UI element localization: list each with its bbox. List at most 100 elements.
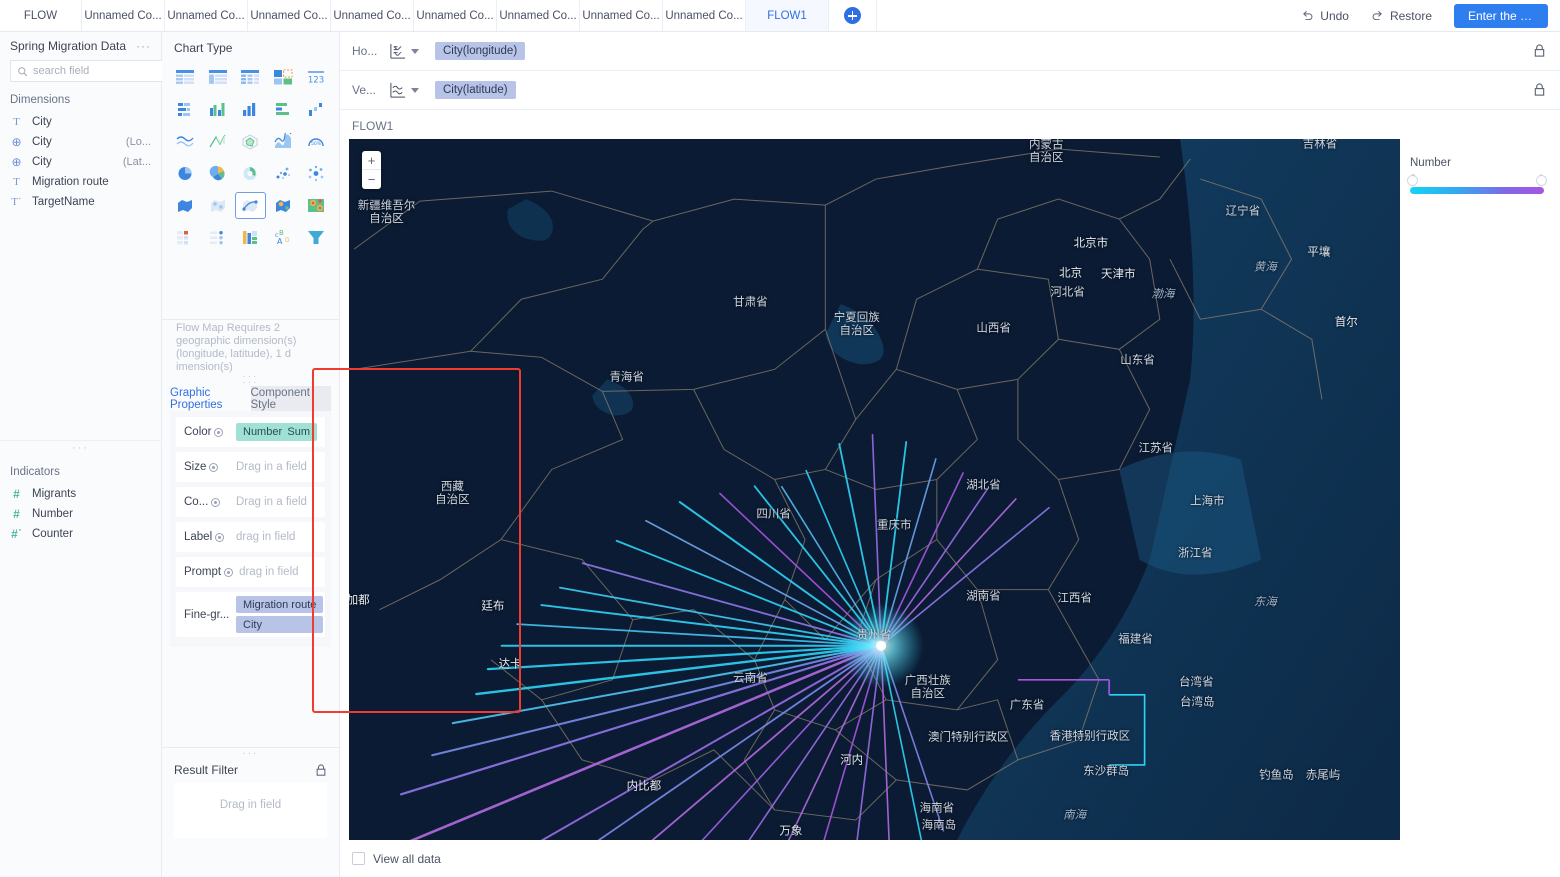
shelf-fine-grained[interactable]: Fine-gr... Migration route City [176,592,325,637]
chart-type-waterfall-chart[interactable] [300,96,331,123]
tab-unnamed-1[interactable]: Unnamed Co... [82,0,165,31]
shelf-prompt[interactable]: Prompt drag in field [176,557,325,587]
chart-type-donut-chart[interactable] [235,160,266,187]
pill-migration-route[interactable]: Migration route [236,596,324,613]
vertical-axis-label: Ve... [352,83,377,97]
dimension-city-longitude[interactable]: ⊕ City (Lo... [0,132,161,152]
tab-unnamed-6[interactable]: Unnamed Co... [497,0,580,31]
tab-label: Unnamed Co... [250,9,328,22]
restore-button[interactable]: Restore [1371,9,1432,23]
chart-type-number-kpi[interactable]: 123 [300,64,331,91]
indicator-migrants[interactable]: # Migrants [0,484,161,504]
word-cloud-icon: c B A D [275,229,290,246]
zoom-out-button[interactable]: − [362,170,381,189]
shelf-co-label: Co... [184,496,230,508]
chart-type-column-chart[interactable] [235,96,266,123]
tab-unnamed-2[interactable]: Unnamed Co... [165,0,248,31]
dimension-targetname[interactable]: T˙ TargetName [0,192,161,212]
chart-type-word-cloud[interactable]: c B A D [268,224,299,251]
vertical-lock-icon[interactable] [1533,83,1546,97]
lock-icon[interactable] [315,763,327,777]
chart-type-clustered-column[interactable] [203,96,234,123]
tab-graphic-properties[interactable]: Graphic Properties [170,386,251,411]
chart-type-list-chart[interactable] [203,224,234,251]
chart-type-region-map[interactable] [170,192,201,219]
dimension-city-text[interactable]: T City [0,112,161,132]
chart-type-funnel-chart[interactable] [300,224,331,251]
result-filter-dropzone[interactable]: Drag in field [174,783,327,838]
chart-type-bullet-chart[interactable] [235,224,266,251]
search-box[interactable] [10,60,182,82]
canvas-title: FLOW1 [352,119,394,133]
chart-type-flow-map[interactable] [235,192,266,219]
chart-type-area-line[interactable] [203,128,234,155]
chart-type-grouped-bar[interactable] [170,96,201,123]
canvas-wrapper: FLOW1 + − 新疆维吾尔 自治区 西藏 自治区 青海省 甘肃省 宁夏回族 … [340,110,1560,877]
chart-type-pane: Chart Type 123 50% c B A D Flow Map Requ… [162,32,521,877]
tab-unnamed-7[interactable]: Unnamed Co... [580,0,663,31]
dimension-migration-route[interactable]: T Migration route [0,172,161,192]
tab-unnamed-4[interactable]: Unnamed Co... [331,0,414,31]
indicator-number[interactable]: # Number [0,504,161,524]
tab-unnamed-5[interactable]: Unnamed Co... [414,0,497,31]
shelf-size[interactable]: Size Drag in a field [176,452,325,482]
tab-flow1[interactable]: FLOW1 [746,0,829,31]
enter-data-button[interactable]: Enter the da... [1454,3,1548,28]
chart-type-area-chart[interactable] [268,128,299,155]
pill-city-longitude[interactable]: City(longitude) [435,42,526,60]
undo-button[interactable]: Undo [1301,9,1349,23]
pill-city-latitude[interactable]: City(latitude) [435,81,516,99]
shelf-placeholder: drag in field [239,566,299,578]
zoom-in-button[interactable]: + [362,151,381,170]
chart-type-pie-chart[interactable] [170,160,201,187]
shelf-color-secondary[interactable]: Co... Drag in a field [176,487,325,517]
shelf-label-text: Prompt [184,566,222,578]
vertical-axis-type-selector[interactable] [388,82,419,99]
undo-label: Undo [1320,8,1349,23]
chart-type-rose-chart[interactable] [203,160,234,187]
flow-map-canvas[interactable]: + − 新疆维吾尔 自治区 西藏 自治区 青海省 甘肃省 宁夏回族 自治区 内蒙古 自治区 吉林省辽… [349,139,1400,840]
shelf-color[interactable]: Color Number Sum [176,417,325,447]
chart-type-radar-chart[interactable] [235,128,266,155]
chart-type-cross-table[interactable] [170,64,201,91]
chart-type-point-map[interactable] [203,192,234,219]
chart-type-detail-table[interactable] [235,64,266,91]
map-graphics [349,139,1400,840]
field-label: Number [32,508,73,520]
horizontal-lock-icon[interactable] [1533,44,1546,58]
chart-type-scatter-plot[interactable] [268,160,299,187]
chart-type-multi-line[interactable] [170,128,201,155]
tab-flow[interactable]: FLOW [0,0,82,31]
properties-resize-handle[interactable]: ··· ··· [162,372,339,388]
indicator-counter[interactable]: #˙ Counter [0,524,161,544]
chart-type-bubble-map[interactable] [268,192,299,219]
search-input[interactable] [33,65,175,77]
ellipsis-icon[interactable]: ··· [136,39,151,53]
workspace: Spring Migration Data ··· search field D… [0,32,1560,877]
chart-type-heat-map[interactable] [300,192,331,219]
canvas-footer: View all data [340,840,1560,877]
chart-type-gauge-chart[interactable]: 50% [300,128,331,155]
pane-resize-handle[interactable]: ··· [0,440,161,454]
view-all-data-checkbox[interactable] [352,852,365,865]
tab-unnamed-3[interactable]: Unnamed Co... [248,0,331,31]
heat-map-icon [307,199,324,212]
dimension-city-latitude[interactable]: ⊕ City (Lat... [0,152,161,172]
shelf-label[interactable]: Label drag in field [176,522,325,552]
tab-label: Unnamed Co... [499,9,577,22]
legend-handle-min[interactable] [1407,175,1418,186]
chart-type-table-detail[interactable] [170,224,201,251]
legend-handle-max[interactable] [1536,175,1547,186]
number-field-icon: # [13,487,20,501]
chart-type-indicator-card[interactable] [268,64,299,91]
chart-type-bubble-network[interactable] [300,160,331,187]
pill-number-sum[interactable]: Number Sum [236,423,317,441]
horizontal-axis-type-selector[interactable] [388,43,419,60]
add-tab-button[interactable] [829,0,877,31]
chart-type-horizontal-bar[interactable] [268,96,299,123]
tab-unnamed-8[interactable]: Unnamed Co... [663,0,746,31]
tab-component-style[interactable]: Component Style [250,386,331,411]
chart-type-group-table[interactable] [203,64,234,91]
field-suffix: (Lat... [122,156,151,168]
pill-city[interactable]: City [236,616,324,633]
